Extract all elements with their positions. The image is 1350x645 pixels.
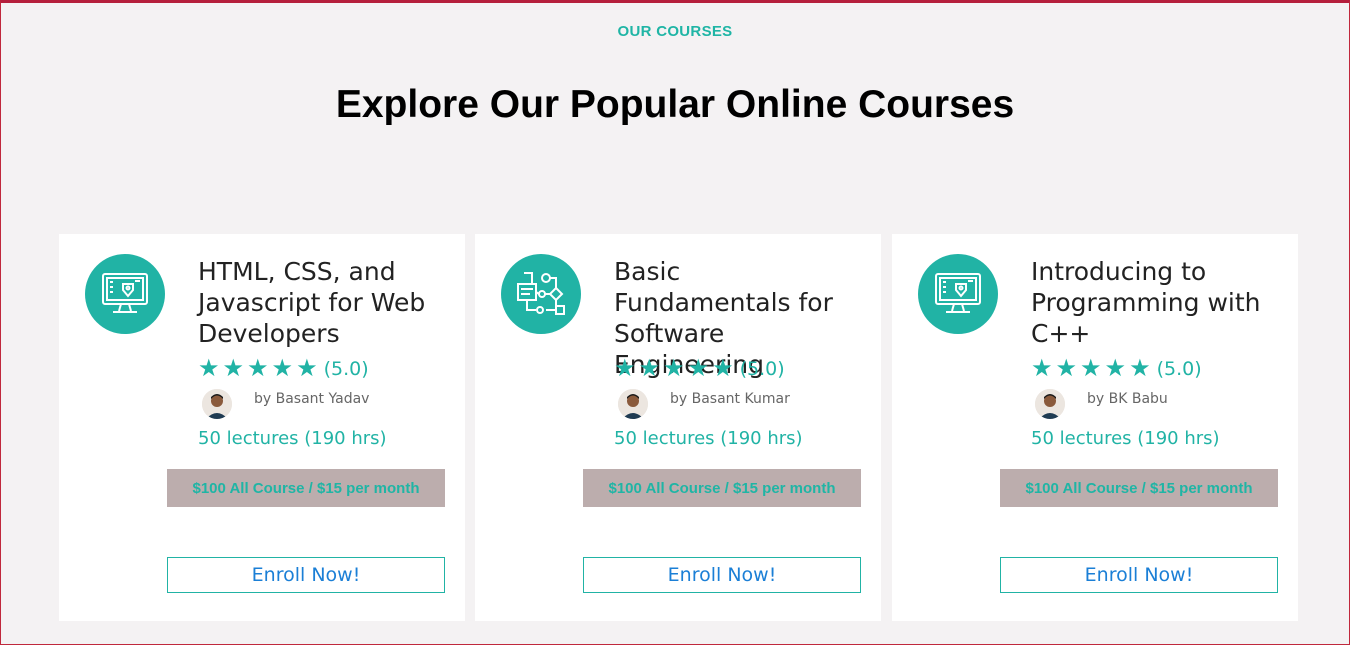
section-headline: Explore Our Popular Online Courses: [335, 83, 1015, 126]
rating-value: (5.0): [739, 358, 785, 380]
star-icon: ★: [1129, 355, 1151, 382]
star-icon: ★: [247, 355, 269, 382]
rating: ★ ★ ★ ★ ★ (5.0): [1031, 357, 1202, 381]
star-icon: ★: [222, 355, 245, 382]
enroll-button[interactable]: Enroll Now!: [583, 557, 861, 593]
star-icon: ★: [296, 355, 318, 382]
course-card: Introducing to Programming with C++ ★ ★ …: [892, 234, 1298, 621]
star-icon: ★: [271, 355, 294, 382]
lecture-count: 50 lectures (190 hrs): [614, 428, 803, 449]
star-icon: ★: [663, 355, 685, 382]
enroll-button[interactable]: Enroll Now!: [167, 557, 445, 593]
star-icon: ★: [687, 355, 710, 382]
enroll-button[interactable]: Enroll Now!: [1000, 557, 1278, 593]
star-icon: ★: [198, 355, 220, 382]
monitor-design-icon: [85, 254, 165, 334]
author: by BK Babu: [1035, 389, 1168, 419]
course-title[interactable]: HTML, CSS, and Javascript for Web Develo…: [198, 256, 448, 349]
course-card: HTML, CSS, and Javascript for Web Develo…: [59, 234, 465, 621]
price-badge: $100 All Course / $15 per month: [583, 469, 861, 507]
avatar: [1035, 389, 1065, 419]
author-name: by Basant Yadav: [254, 391, 370, 407]
star-icon: ★: [1031, 355, 1053, 382]
rating-value: (5.0): [1156, 358, 1202, 380]
star-icon: ★: [712, 355, 734, 382]
author-name: by BK Babu: [1087, 391, 1168, 407]
author-name: by Basant Kumar: [670, 391, 790, 407]
author: by Basant Kumar: [618, 389, 790, 419]
flowchart-icon: [501, 254, 581, 334]
star-icon: ★: [1104, 355, 1127, 382]
rating: ★ ★ ★ ★ ★ (5.0): [614, 357, 785, 381]
course-title[interactable]: Introducing to Programming with C++: [1031, 256, 1281, 349]
avatar: [202, 389, 232, 419]
avatar: [618, 389, 648, 419]
lecture-count: 50 lectures (190 hrs): [198, 428, 387, 449]
rating-value: (5.0): [323, 358, 369, 380]
star-icon: ★: [614, 355, 636, 382]
rating: ★ ★ ★ ★ ★ (5.0): [198, 357, 369, 381]
star-icon: ★: [1055, 355, 1078, 382]
price-badge: $100 All Course / $15 per month: [167, 469, 445, 507]
star-icon: ★: [638, 355, 661, 382]
lecture-count: 50 lectures (190 hrs): [1031, 428, 1220, 449]
course-card: Basic Fundamentals for Software Engineer…: [475, 234, 881, 621]
section-eyebrow: OUR COURSES: [617, 23, 733, 40]
monitor-design-icon: [918, 254, 998, 334]
price-badge: $100 All Course / $15 per month: [1000, 469, 1278, 507]
author: by Basant Yadav: [202, 389, 369, 419]
star-icon: ★: [1080, 355, 1102, 382]
